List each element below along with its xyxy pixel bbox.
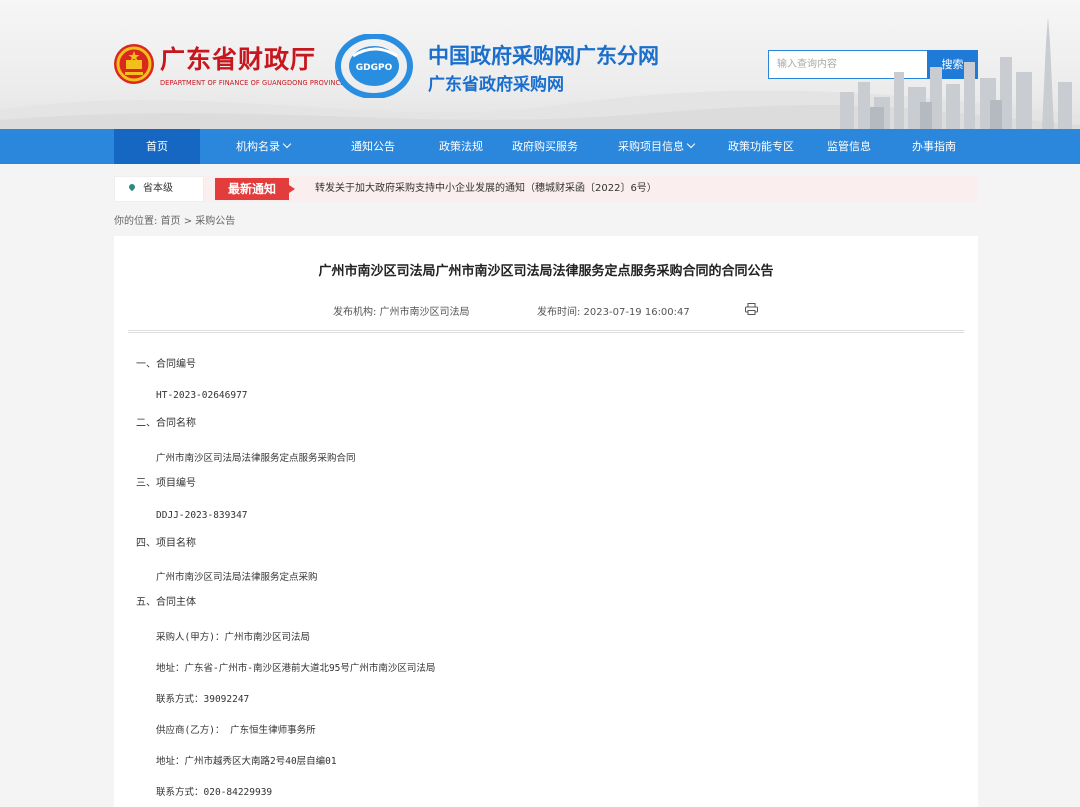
supplier-address: 地址：广州市越秀区大南路2号40层自编01	[156, 756, 337, 767]
main-nav: 首页 机构名录 通知公告 政策法规 政府购买服务 采购项目信息 政策功能专区 监…	[0, 129, 1080, 164]
site-subtitle: 广东省政府采购网	[428, 75, 564, 95]
section-heading: 五、合同主体	[136, 597, 196, 608]
notice-bar: 省本级 最新通知 转发关于加大政府采购支持中小企业发展的通知（穗城财采函〔202…	[114, 176, 978, 202]
publish-time: 发布时间: 2023-07-19 16:00:47	[537, 307, 690, 318]
site-header: 广东省财政厅 DEPARTMENT OF FINANCE OF GUANGDON…	[0, 0, 1080, 129]
nav-item-directory[interactable]: 机构名录	[218, 129, 308, 164]
city-skyline-decoration	[840, 17, 1072, 129]
buyer-phone: 联系方式：39092247	[156, 694, 250, 705]
section-heading: 三、项目编号	[136, 478, 196, 489]
logo-text: GDGPO	[356, 63, 393, 73]
article-card: 广州市南沙区司法局广州市南沙区司法局法律服务定点服务采购合同的合同公告 发布机构…	[114, 236, 978, 807]
contract-name: 广州市南沙区司法局法律服务定点服务采购合同	[156, 453, 356, 464]
latest-notice-tag: 最新通知	[215, 178, 295, 200]
print-icon[interactable]	[745, 303, 758, 315]
nav-item-policies[interactable]: 政策法规	[418, 129, 504, 164]
region-label: 省本级	[143, 183, 173, 194]
buyer-address: 地址：广东省-广州市-南沙区港前大道北95号广州市南沙区司法局	[156, 663, 436, 674]
section-heading: 二、合同名称	[136, 418, 196, 429]
notice-link[interactable]: 转发关于加大政府采购支持中小企业发展的通知（穗城财采函〔2022〕6号）	[315, 176, 657, 202]
nav-item-policy-zone[interactable]: 政策功能专区	[718, 129, 804, 164]
publisher-label: 发布机构: 广州市南沙区司法局	[333, 307, 470, 318]
org-subtitle: DEPARTMENT OF FINANCE OF GUANGDONG PROVI…	[160, 79, 345, 87]
breadcrumb[interactable]: 你的位置: 首页 > 采购公告	[114, 212, 235, 227]
nav-item-home[interactable]: 首页	[114, 129, 200, 164]
supplier-name: 供应商(乙方)： 广东恒生律师事务所	[156, 725, 316, 736]
nav-item-gov-service[interactable]: 政府购买服务	[502, 129, 588, 164]
contract-number: HT-2023-02646977	[156, 390, 248, 401]
supplier-phone: 联系方式：020-84229939	[156, 787, 273, 798]
title-divider	[128, 330, 964, 333]
site-title: 中国政府采购网广东分网	[428, 44, 659, 68]
chevron-down-icon	[282, 139, 292, 149]
project-number: DDJJ-2023-839347	[156, 510, 248, 521]
nav-item-guide[interactable]: 办事指南	[891, 129, 977, 164]
page-title: 广州市南沙区司法局广州市南沙区司法局法律服务定点服务采购合同的合同公告	[318, 264, 774, 279]
region-selector[interactable]: 省本级	[114, 176, 204, 202]
gdgpo-logo[interactable]: GDGPO	[335, 34, 413, 98]
location-pin-icon	[127, 182, 137, 192]
nav-item-notices[interactable]: 通知公告	[330, 129, 416, 164]
nav-item-procurement[interactable]: 采购项目信息	[606, 129, 706, 164]
chevron-down-icon	[686, 139, 696, 149]
nav-item-supervision[interactable]: 监管信息	[806, 129, 892, 164]
section-heading: 四、项目名称	[136, 538, 196, 549]
project-name: 广州市南沙区司法局法律服务定点采购	[156, 572, 318, 583]
buyer-name: 采购人(甲方)：广州市南沙区司法局	[156, 632, 310, 643]
national-emblem-icon	[114, 44, 154, 84]
section-heading: 一、合同编号	[136, 359, 196, 370]
org-title: 广东省财政厅	[160, 45, 317, 74]
